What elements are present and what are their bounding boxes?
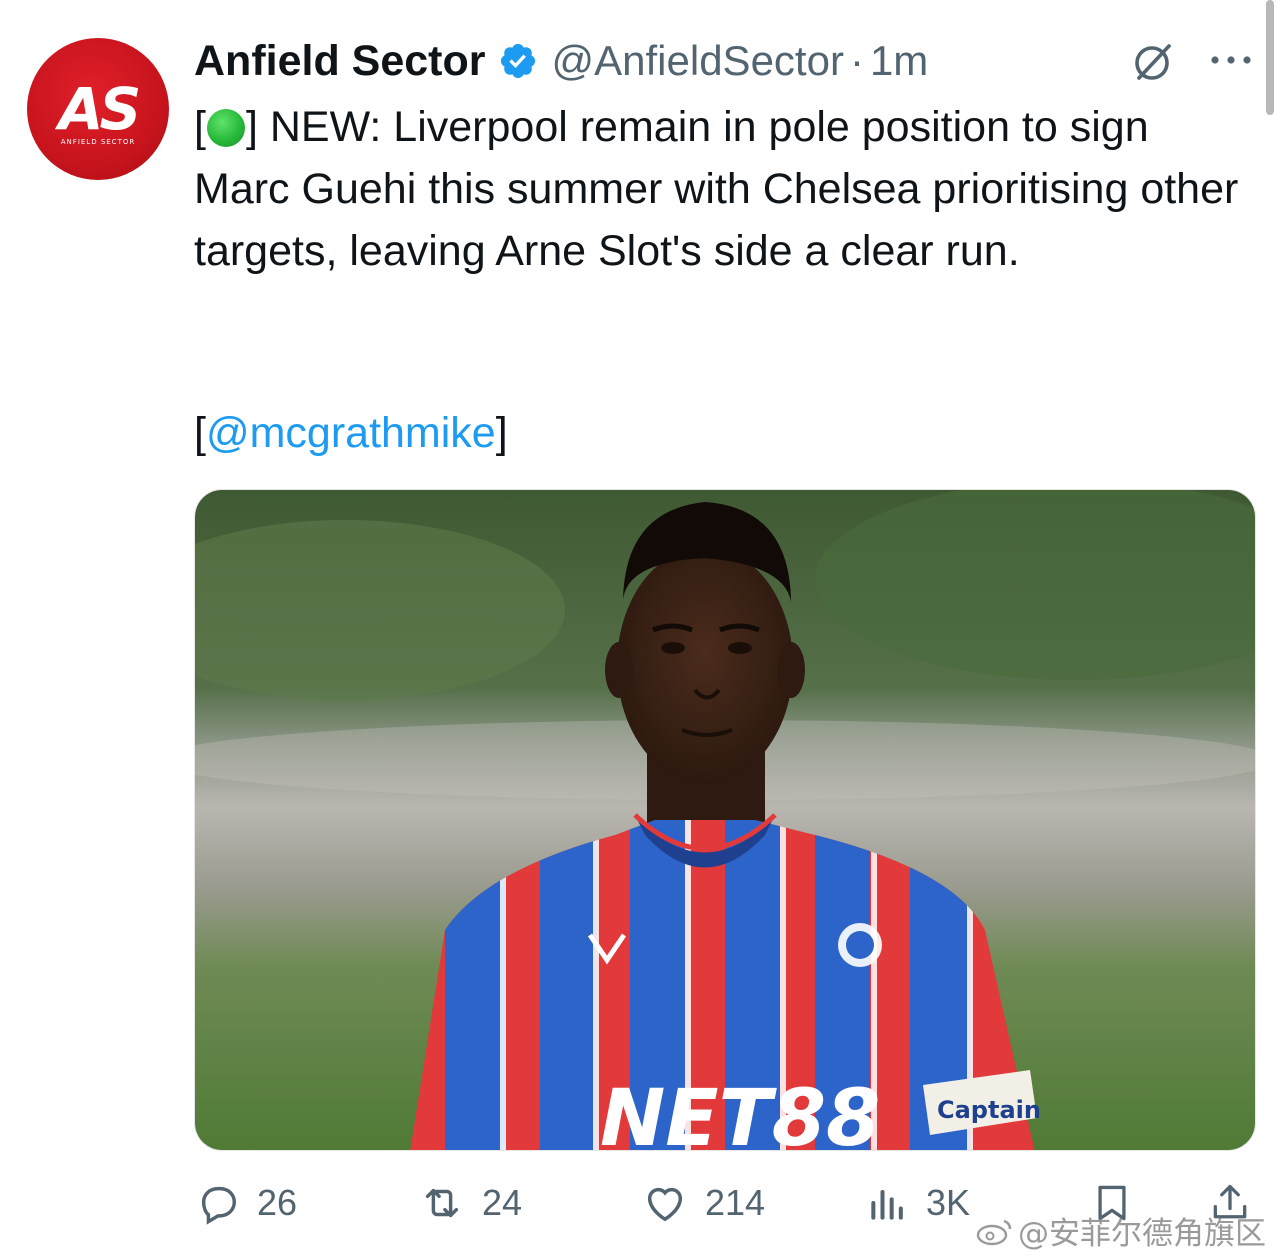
like-count: 214 [705,1182,766,1223]
mention-bracket-close: ] [495,409,508,457]
mention-line: [@mcgrathmike] [194,402,508,464]
reply-count: 26 [257,1182,298,1223]
tweet-body: ] NEW: Liverpool remain in pole position… [194,103,1239,275]
weibo-logo-icon [974,1215,1014,1247]
watermark-text: @安菲尔德角旗区 [1018,1216,1266,1252]
display-name[interactable]: Anfield Sector [194,37,486,86]
tweet-time[interactable]: 1m [870,37,928,85]
weibo-watermark: @安菲尔德角旗区 [974,1208,1266,1253]
reply-icon [195,1180,241,1226]
avatar[interactable]: AS ANFIELD SECTOR [27,38,169,180]
grok-icon[interactable] [1131,40,1175,84]
views-count: 3K [926,1182,971,1223]
armband-text: Captain [937,1096,1041,1124]
scrollbar[interactable] [1266,0,1274,115]
jersey-sponsor: NET88 [600,1074,880,1151]
separator-dot: · [849,37,864,84]
mention-link[interactable]: @mcgrathmike [206,409,496,457]
repost-button[interactable]: 24 [418,1175,522,1231]
tweet-card[interactable]: AS ANFIELD SECTOR Anfield Sector @Anfiel… [0,0,1284,1260]
reply-button[interactable]: 26 [195,1175,297,1231]
heart-icon [641,1180,689,1226]
verified-badge-icon[interactable] [498,41,538,81]
mention-bracket-open: [ [194,409,206,457]
bracket-open: [ [194,103,206,151]
views-button[interactable]: 3K [866,1175,970,1231]
avatar-logo: AS [58,75,142,143]
repost-count: 24 [482,1182,523,1223]
tweet-text: [] NEW: Liverpool remain in pole positio… [194,96,1254,282]
more-options-icon[interactable] [1209,48,1253,72]
author-handle[interactable]: @AnfieldSector [552,37,844,85]
repost-icon [418,1180,466,1226]
tweet-header: Anfield Sector @AnfieldSector · 1m [194,36,928,86]
tweet-media-image[interactable]: NET88 Captain [194,489,1256,1151]
avatar-logo-subtitle: ANFIELD SECTOR [60,138,136,146]
views-chart-icon [866,1180,910,1226]
like-button[interactable]: 214 [641,1175,765,1231]
green-circle-icon [206,109,245,147]
